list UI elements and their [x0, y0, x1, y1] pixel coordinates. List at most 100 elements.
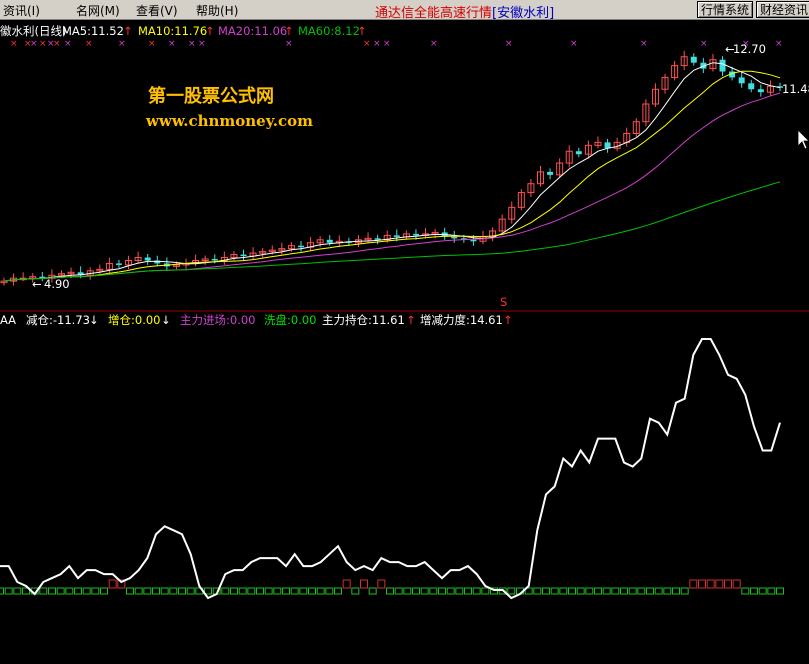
x-marker-icon: ×	[198, 39, 206, 49]
ma10-label: MA10:11.76	[138, 24, 207, 38]
indicator-bar	[134, 587, 143, 595]
indicator-bar	[533, 587, 542, 595]
menu-help[interactable]: 帮助(H)	[196, 2, 238, 19]
indicator-line	[0, 338, 781, 600]
app-title: 通达信全能高速行情[安徽水利]	[375, 2, 554, 21]
indicator-bar	[602, 587, 611, 595]
indicator-bar	[741, 587, 750, 595]
sell-marker: S	[500, 295, 507, 309]
indicator-bar	[108, 579, 117, 589]
menu-info[interactable]: 资讯(I)	[3, 2, 40, 19]
indicator-bar	[0, 587, 4, 595]
indicator-bar	[342, 579, 351, 589]
indicator-bar	[82, 587, 91, 595]
candle-body-down	[575, 151, 582, 155]
indicator-bar	[325, 587, 334, 595]
indicator-bar	[542, 587, 550, 595]
indicator-bar	[334, 587, 342, 595]
high-arrow-icon: ←	[725, 42, 735, 56]
indicator-bar	[559, 587, 568, 595]
signal-markers: × ×× × ×× × × × × × × × × × × × × × × × × × ×	[10, 39, 783, 49]
candle-body-down	[393, 235, 400, 237]
x-marker-icon: ×	[363, 39, 371, 49]
x-marker-icon: ×	[30, 39, 38, 49]
candle-body-down	[297, 245, 304, 248]
indicator-bar	[706, 579, 715, 589]
app-title-main: 通达信全能高速行情	[375, 6, 493, 21]
indicator-bar	[403, 587, 412, 595]
finance-news-button[interactable]: 财经资讯	[756, 1, 809, 18]
indicator-bar	[568, 587, 576, 595]
x-marker-icon: ×	[383, 39, 391, 49]
indicator-bar	[429, 587, 438, 595]
candle-body-down	[240, 254, 247, 257]
mouse-cursor-icon	[797, 129, 809, 150]
indicator-bar	[628, 587, 637, 595]
x-marker-icon: ×	[570, 39, 578, 49]
app-title-stock: [安徽水利]	[492, 6, 555, 21]
reduce-position-label: 减仓:-11.73	[26, 313, 90, 327]
x-marker-icon: ×	[10, 39, 18, 49]
candle-body-down	[470, 239, 477, 242]
main-holding-label: 主力持仓:11.61	[322, 313, 405, 327]
indicator-bar	[186, 587, 195, 595]
indicator-bar	[48, 587, 56, 595]
low-arrow-icon: ←	[32, 277, 42, 291]
indicator-bar	[368, 587, 377, 595]
ma60-label: MA60:8.12	[298, 24, 360, 38]
candle-body-down	[144, 257, 151, 261]
indicator-bar	[13, 587, 22, 595]
indicator-bar	[56, 587, 65, 595]
indicator-bar	[646, 587, 654, 595]
reduce-arrow-icon: ↓	[89, 313, 99, 327]
menu-sites[interactable]: 名网(M)	[76, 2, 120, 19]
indicator-bar	[446, 587, 455, 595]
x-marker-icon: ×	[640, 39, 648, 49]
watermark-title: 第一股票公式网	[148, 85, 274, 107]
candle-body-down	[719, 59, 726, 72]
indicator-bar	[65, 587, 74, 595]
candle-body-down	[412, 233, 419, 236]
indicator-bar	[767, 587, 776, 595]
x-marker-icon: ×	[775, 39, 783, 49]
indicator-bar	[74, 587, 82, 595]
indicator-name: AA	[0, 313, 16, 327]
indicator-bar	[386, 587, 394, 595]
watermark-url: www.chnmoney.com	[145, 112, 313, 130]
x-marker-icon: ×	[85, 39, 93, 49]
indicator-bar	[715, 579, 724, 589]
ma60-arrow-icon: ↑	[357, 24, 367, 38]
indicator-bar	[91, 587, 100, 595]
candlesticks	[0, 50, 783, 286]
ma5-line	[3, 62, 781, 282]
ma20-label: MA20:11.06	[218, 24, 287, 38]
stock-chart[interactable]: 徽水利(日线) MA5:11.52 ↑ MA10:11.76 ↑ MA20:11…	[0, 20, 809, 664]
menu-view[interactable]: 查看(V)	[136, 2, 178, 19]
indicator-bar	[698, 579, 706, 589]
x-marker-icon: ×	[188, 39, 196, 49]
indicator-bar	[689, 579, 698, 589]
market-system-button[interactable]: 行情系统	[697, 1, 754, 18]
indicator-bar	[160, 587, 169, 595]
ma10-arrow-icon: ↑	[205, 24, 215, 38]
candle-body-down	[115, 263, 122, 265]
indicator-bar	[221, 587, 230, 595]
candle-body-down	[690, 56, 697, 63]
indicator-bar	[654, 587, 663, 595]
indicator-bar	[611, 587, 620, 595]
ma20-arrow-icon: ↑	[284, 24, 294, 38]
candle-body-down	[738, 77, 745, 84]
indicator-bar	[750, 587, 758, 595]
indicator-bar	[732, 579, 741, 589]
x-marker-icon: ×	[39, 39, 47, 49]
indicator-bar	[550, 587, 559, 595]
strength-label: 增减力度:14.61	[420, 313, 503, 327]
indicator-bar	[316, 587, 325, 595]
x-marker-icon: ×	[118, 39, 126, 49]
ma5-label: MA5:11.52	[62, 24, 124, 38]
indicator-bar	[360, 579, 368, 589]
indicator-bar	[256, 587, 264, 595]
x-marker-icon: ×	[53, 39, 61, 49]
indicator-bar	[4, 587, 13, 595]
x-marker-icon: ×	[148, 39, 156, 49]
